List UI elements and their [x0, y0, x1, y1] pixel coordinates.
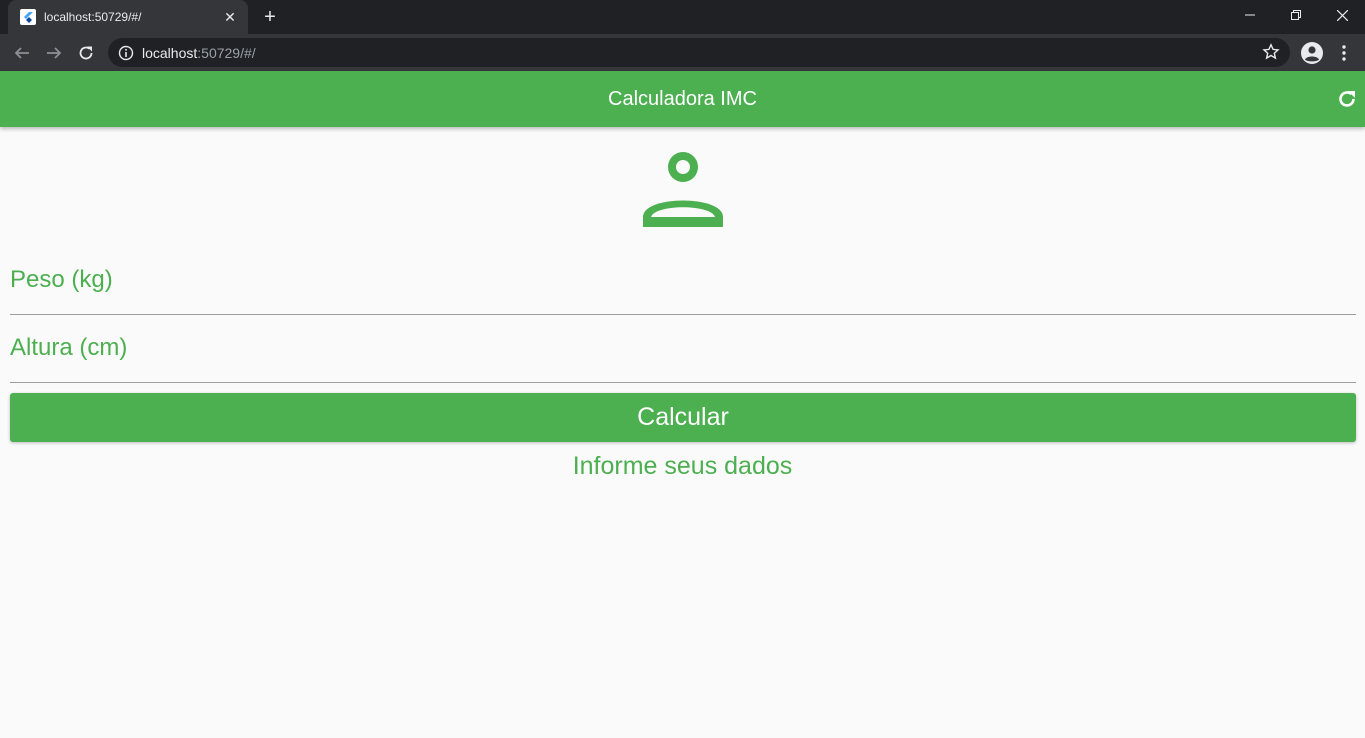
tab-title: localhost:50729/#/ [44, 10, 142, 24]
browser-toolbar: localhost:50729/#/ [0, 34, 1365, 71]
back-icon[interactable] [8, 39, 36, 67]
height-field[interactable]: Altura (cm) [10, 315, 1356, 383]
browser-tab[interactable]: localhost:50729/#/ ✕ [8, 0, 248, 34]
flutter-favicon-icon [20, 9, 36, 25]
browser-menu-icon[interactable] [1334, 41, 1354, 65]
close-window-icon[interactable] [1319, 0, 1365, 30]
new-tab-icon[interactable]: + [258, 6, 282, 28]
reload-icon[interactable] [72, 39, 100, 67]
restore-icon[interactable] [1273, 0, 1319, 30]
minimize-icon[interactable] [1227, 0, 1273, 30]
site-info-icon[interactable] [118, 45, 134, 61]
result-info-text: Informe seus dados [572, 452, 793, 480]
bookmark-star-icon[interactable] [1262, 43, 1280, 61]
app-title: Calculadora IMC [608, 87, 757, 110]
profile-avatar-icon[interactable] [1300, 41, 1324, 65]
tab-close-icon[interactable]: ✕ [222, 9, 238, 26]
address-bar[interactable]: localhost:50729/#/ [108, 38, 1290, 67]
weight-field[interactable]: Peso (kg) [10, 247, 1356, 315]
forward-icon[interactable] [40, 39, 68, 67]
calculate-button[interactable]: Calcular [10, 393, 1356, 442]
url-host: localhost [142, 44, 198, 61]
height-input[interactable] [10, 315, 1356, 382]
person-outline-icon [643, 152, 723, 227]
app-bar: Calculadora IMC [0, 71, 1365, 127]
refresh-icon[interactable] [1335, 87, 1359, 111]
url-path: :50729/#/ [197, 44, 256, 61]
browser-tabstrip: localhost:50729/#/ ✕ + [0, 0, 1365, 34]
weight-input[interactable] [10, 247, 1356, 314]
